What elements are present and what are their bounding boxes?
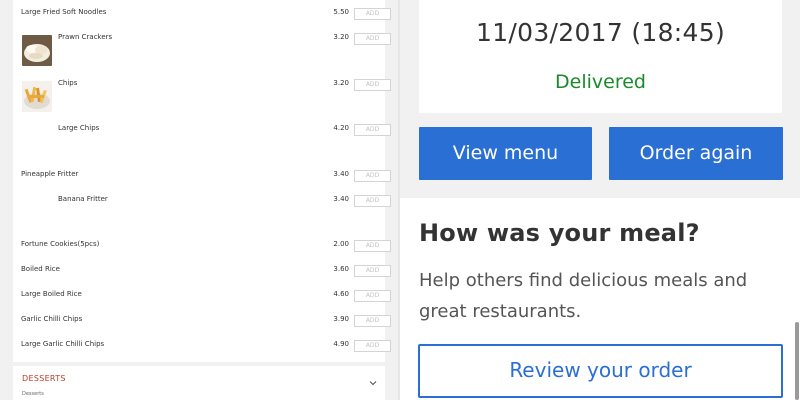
chips-photo <box>22 81 52 112</box>
item-name: Garlic Chilli Chips <box>21 315 83 323</box>
review-heading: How was your meal? <box>419 219 700 247</box>
section-title: DESSERTS <box>22 374 66 383</box>
add-button[interactable]: ADD <box>354 33 391 45</box>
item-name: Fortune Cookies(5pcs) <box>21 240 100 248</box>
item-price: 3.40 <box>333 170 349 178</box>
add-button[interactable]: ADD <box>354 340 391 352</box>
section-subtitle: Desserts <box>22 391 44 397</box>
add-button[interactable]: ADD <box>354 8 391 20</box>
review-order-button[interactable]: Review your order <box>418 344 783 398</box>
add-button[interactable]: ADD <box>354 124 391 136</box>
item-name: Chips <box>58 79 78 87</box>
desserts-section[interactable]: DESSERTS Desserts <box>13 366 385 400</box>
item-name: Prawn Crackers <box>58 33 113 41</box>
menu-pane: Large Fried Soft Noodles 5.50 ADD Prawn … <box>0 0 400 400</box>
order-pane: 11/03/2017 (18:45) Delivered View menu O… <box>400 0 800 400</box>
item-price: 4.60 <box>333 290 349 298</box>
chevron-down-icon[interactable] <box>368 373 378 386</box>
add-button[interactable]: ADD <box>354 290 391 302</box>
add-button[interactable]: ADD <box>354 170 391 182</box>
menu-list: Large Fried Soft Noodles 5.50 ADD Prawn … <box>13 0 391 362</box>
item-price: 4.90 <box>333 340 349 348</box>
item-price: 3.60 <box>333 265 349 273</box>
scrollbar[interactable] <box>795 322 799 400</box>
item-price: 3.40 <box>333 195 349 203</box>
item-name: Large Boiled Rice <box>21 290 82 298</box>
item-name: Boiled Rice <box>21 265 60 273</box>
item-name: Large Garlic Chilli Chips <box>21 340 105 348</box>
item-price: 4.20 <box>333 124 349 132</box>
add-button[interactable]: ADD <box>354 265 391 277</box>
prawn-crackers-photo <box>22 35 52 66</box>
item-name: Banana Fritter <box>58 195 108 203</box>
order-status-card: 11/03/2017 (18:45) Delivered <box>419 0 782 113</box>
item-name: Large Chips <box>58 124 100 132</box>
add-button[interactable]: ADD <box>354 79 391 91</box>
item-price: 3.20 <box>333 79 349 87</box>
add-button[interactable]: ADD <box>354 240 391 252</box>
status-badge: Delivered <box>555 71 646 93</box>
add-button[interactable]: ADD <box>354 195 391 207</box>
item-name: Large Fried Soft Noodles <box>21 8 107 16</box>
order-date: 11/03/2017 (18:45) <box>476 18 725 47</box>
item-name: Pineapple Fritter <box>21 170 79 178</box>
order-again-button[interactable]: Order again <box>609 127 783 180</box>
item-price: 2.00 <box>333 240 349 248</box>
add-button[interactable]: ADD <box>354 315 391 327</box>
review-text: Help others find delicious meals and gre… <box>419 270 748 322</box>
item-price: 5.50 <box>333 8 349 16</box>
view-menu-button[interactable]: View menu <box>419 127 592 180</box>
item-price: 3.20 <box>333 33 349 41</box>
review-section: How was your meal? Help others find deli… <box>400 198 800 400</box>
item-price: 3.90 <box>333 315 349 323</box>
